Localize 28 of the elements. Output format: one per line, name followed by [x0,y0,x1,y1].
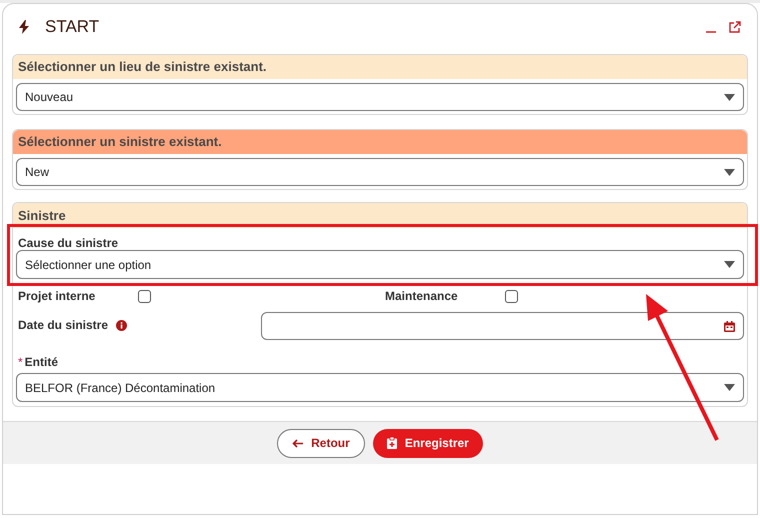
select-field[interactable]: BELFOR (France) Décontamination [16,373,744,402]
select-field[interactable]: Sélectionner une option [16,250,744,279]
info-icon [116,320,128,330]
select-field[interactable]: New [16,158,744,186]
checkbox[interactable] [505,290,518,302]
dropdown-caret-icon [724,94,735,100]
checkbox[interactable] [138,290,151,302]
lightning-icon [19,20,29,34]
external-window-icon[interactable] [729,21,741,33]
date-field[interactable] [261,312,744,340]
back-button[interactable]: Retour [277,428,365,458]
required-mark: * [18,354,23,371]
section-header: Sélectionner un sinistre existant. [13,130,747,154]
field-label: Date du sinistre [18,317,108,334]
checkbox-label: Projet interne [18,288,96,305]
save-button[interactable]: Enregistrer [372,428,483,458]
field-label: Cause du sinistre [17,235,120,250]
calendar-icon[interactable] [724,320,735,332]
dropdown-caret-icon [724,261,735,268]
select-field[interactable]: Nouveau [16,83,744,111]
section-header: Sélectionner un lieu de sinistre existant. [13,55,747,79]
left-arrow-icon [292,438,304,448]
window-title: START [45,16,100,38]
dropdown-caret-icon [724,168,735,176]
checkbox-label: Maintenance [385,288,459,305]
dropdown-caret-icon [724,384,735,391]
clipboard-plus-icon [386,437,397,449]
field-label: Entité [24,354,58,371]
